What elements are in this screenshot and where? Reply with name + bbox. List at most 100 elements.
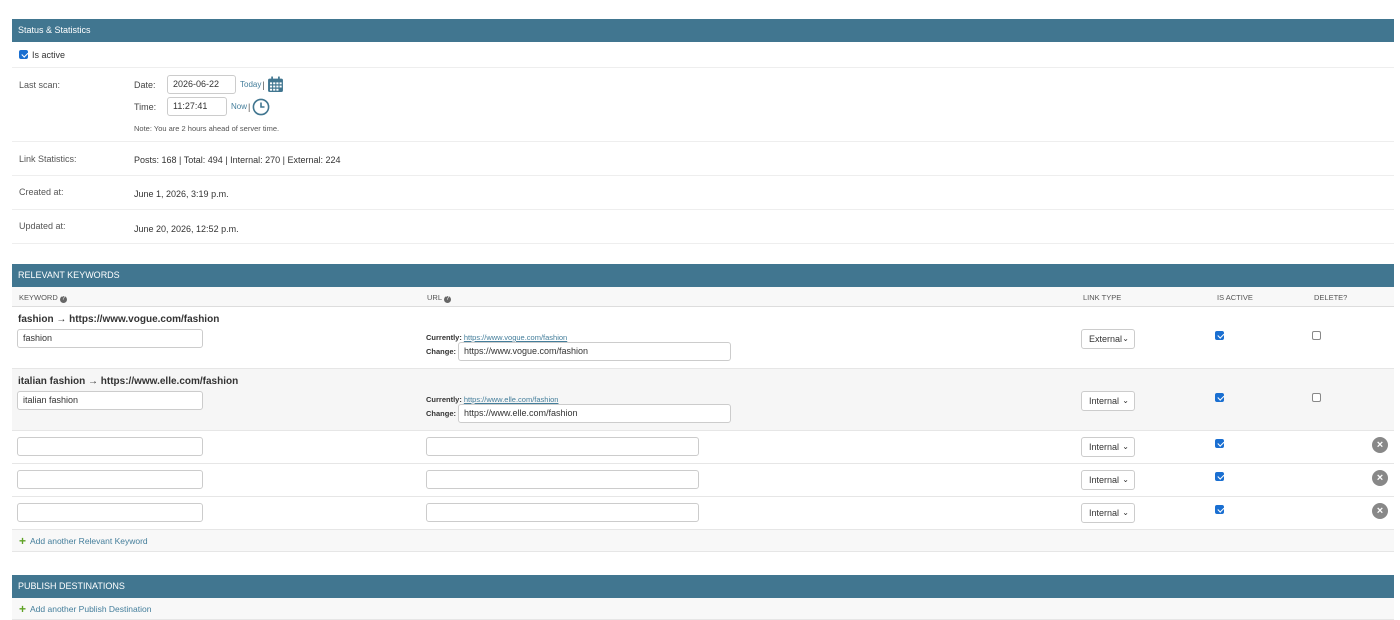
delete-column-header: DELETE? [1314,293,1348,302]
keyword-column-label: KEYWORD [19,293,58,302]
date-line: Date: 2026-06-22 Today | [134,75,284,94]
calendar-icon[interactable] [267,76,284,93]
row-active-checkbox[interactable] [1215,505,1224,514]
keyword-row: italian fashion → https://www.elle.com/f… [12,369,1394,431]
url-change-line: Change: https://www.vogue.com/fashion [426,342,731,361]
add-destination-link[interactable]: Add another Publish Destination [30,604,151,614]
updated-at-label: Updated at: [19,221,66,231]
last-scan-label: Last scan: [19,80,61,90]
keyword-input[interactable]: fashion [17,329,203,348]
currently-link[interactable]: https://www.vogue.com/fashion [464,333,567,342]
add-keyword-link[interactable]: Add another Relevant Keyword [30,536,148,546]
last-scan-row: Last scan: Date: 2026-06-22 Today | Time… [12,68,1394,142]
link-type-select[interactable]: Internal ⌄ [1081,391,1135,411]
url-input[interactable] [426,470,699,489]
keyword-row-title: fashion → https://www.vogue.com/fashion [18,314,220,325]
row-active-checkbox[interactable] [1215,331,1224,340]
add-destination-row: + Add another Publish Destination [12,598,1394,620]
url-input[interactable] [426,437,699,456]
status-statistics-module: Status & Statistics Is active Last scan:… [12,19,1394,244]
now-link[interactable]: Now [231,102,247,111]
is-active-column-header: IS ACTIVE [1217,293,1253,302]
link-type-value: Internal [1089,396,1120,406]
empty-keyword-row: Internal ⌄ × [12,497,1394,530]
plus-icon: + [19,534,27,548]
url-column-header: URL? [427,293,452,303]
help-icon[interactable]: ? [59,296,67,303]
chevron-down-icon: ⌄ [1122,396,1129,405]
keyword-input[interactable]: italian fashion [17,391,203,410]
row-delete-checkbox[interactable] [1312,331,1321,340]
status-section-header: Status & Statistics [12,19,1394,42]
updated-at-row: Updated at: June 20, 2026, 12:52 p.m. [12,210,1394,244]
created-at-row: Created at: June 1, 2026, 3:19 p.m. [12,176,1394,210]
plus-icon: + [19,602,27,616]
link-type-value: Internal [1089,508,1120,518]
created-at-label: Created at: [19,187,64,197]
url-currently-line: Currently: https://www.vogue.com/fashion [426,332,567,342]
row-active-checkbox[interactable] [1215,472,1224,481]
link-statistics-label: Link Statistics: [19,154,77,164]
keyword-row-title: italian fashion → https://www.elle.com/f… [18,376,239,387]
url-change-input[interactable]: https://www.elle.com/fashion [458,404,731,423]
time-line: Time: 11:27:41 Now | [134,97,270,116]
url-input[interactable] [426,503,699,522]
help-icon[interactable]: ? [444,296,452,303]
publish-destinations-module: PUBLISH DESTINATIONS + Add another Publi… [12,575,1394,620]
chevron-down-icon: ⌄ [1122,475,1129,484]
change-label: Change: [426,409,456,418]
row-active-checkbox[interactable] [1215,393,1224,402]
is-active-checkbox[interactable] [19,50,28,59]
change-label: Change: [426,347,456,356]
url-currently-line: Currently: https://www.elle.com/fashion [426,394,558,404]
link-type-select[interactable]: Internal ⌄ [1081,437,1135,457]
add-keyword-row: + Add another Relevant Keyword [12,530,1394,552]
url-change-line: Change: https://www.elle.com/fashion [426,404,731,423]
date-label: Date: [134,79,156,90]
url-column-label: URL [427,293,443,302]
time-label: Time: [134,101,157,112]
row-delete-checkbox[interactable] [1312,393,1321,402]
clock-icon[interactable] [252,98,270,116]
link-type-select[interactable]: Internal ⌄ [1081,470,1135,490]
time-input[interactable]: 11:27:41 [167,97,227,116]
publish-section-header: PUBLISH DESTINATIONS [12,575,1394,598]
empty-keyword-row: Internal ⌄ × [12,431,1394,464]
currently-label: Currently: [426,333,462,342]
link-type-select[interactable]: External ⌄ [1081,329,1135,349]
keyword-row: fashion → https://www.vogue.com/fashion … [12,307,1394,369]
link-type-value: Internal [1089,475,1120,485]
relevant-keywords-module: RELEVANT KEYWORDS KEYWORD? URL? LINK TYP… [12,264,1394,552]
chevron-down-icon: ⌄ [1122,442,1129,451]
link-type-select[interactable]: Internal ⌄ [1081,503,1135,523]
empty-keyword-row: Internal ⌄ × [12,464,1394,497]
date-input[interactable]: 2026-06-22 [167,75,236,94]
timezone-note: Note: You are 2 hours ahead of server ti… [134,124,280,133]
today-link[interactable]: Today [240,80,261,89]
keyword-input[interactable] [17,503,203,522]
created-at-value: June 1, 2026, 3:19 p.m. [134,189,229,199]
link-statistics-value: Posts: 168 | Total: 494 | Internal: 270 … [134,155,341,165]
link-type-value: External [1089,334,1123,344]
updated-at-value: June 20, 2026, 12:52 p.m. [134,224,239,234]
time-separator: | [248,101,251,112]
close-icon[interactable]: × [1372,470,1388,486]
is-active-label: Is active [32,49,66,60]
currently-link[interactable]: https://www.elle.com/fashion [464,395,559,404]
keyword-input[interactable] [17,470,203,489]
close-icon[interactable]: × [1372,437,1388,453]
row-active-checkbox[interactable] [1215,439,1224,448]
keyword-column-header: KEYWORD? [19,293,67,303]
keyword-input[interactable] [17,437,203,456]
chevron-down-icon: ⌄ [1122,334,1129,343]
keywords-column-headers: KEYWORD? URL? LINK TYPE IS ACTIVE DELETE… [12,287,1394,307]
date-separator: | [262,79,265,90]
link-type-value: Internal [1089,442,1120,452]
keywords-section-header: RELEVANT KEYWORDS [12,264,1394,287]
link-statistics-row: Link Statistics: Posts: 168 | Total: 494… [12,142,1394,176]
is-active-row: Is active [12,42,1394,68]
currently-label: Currently: [426,395,462,404]
url-change-input[interactable]: https://www.vogue.com/fashion [458,342,731,361]
close-icon[interactable]: × [1372,503,1388,519]
link-type-column-header: LINK TYPE [1083,293,1122,302]
